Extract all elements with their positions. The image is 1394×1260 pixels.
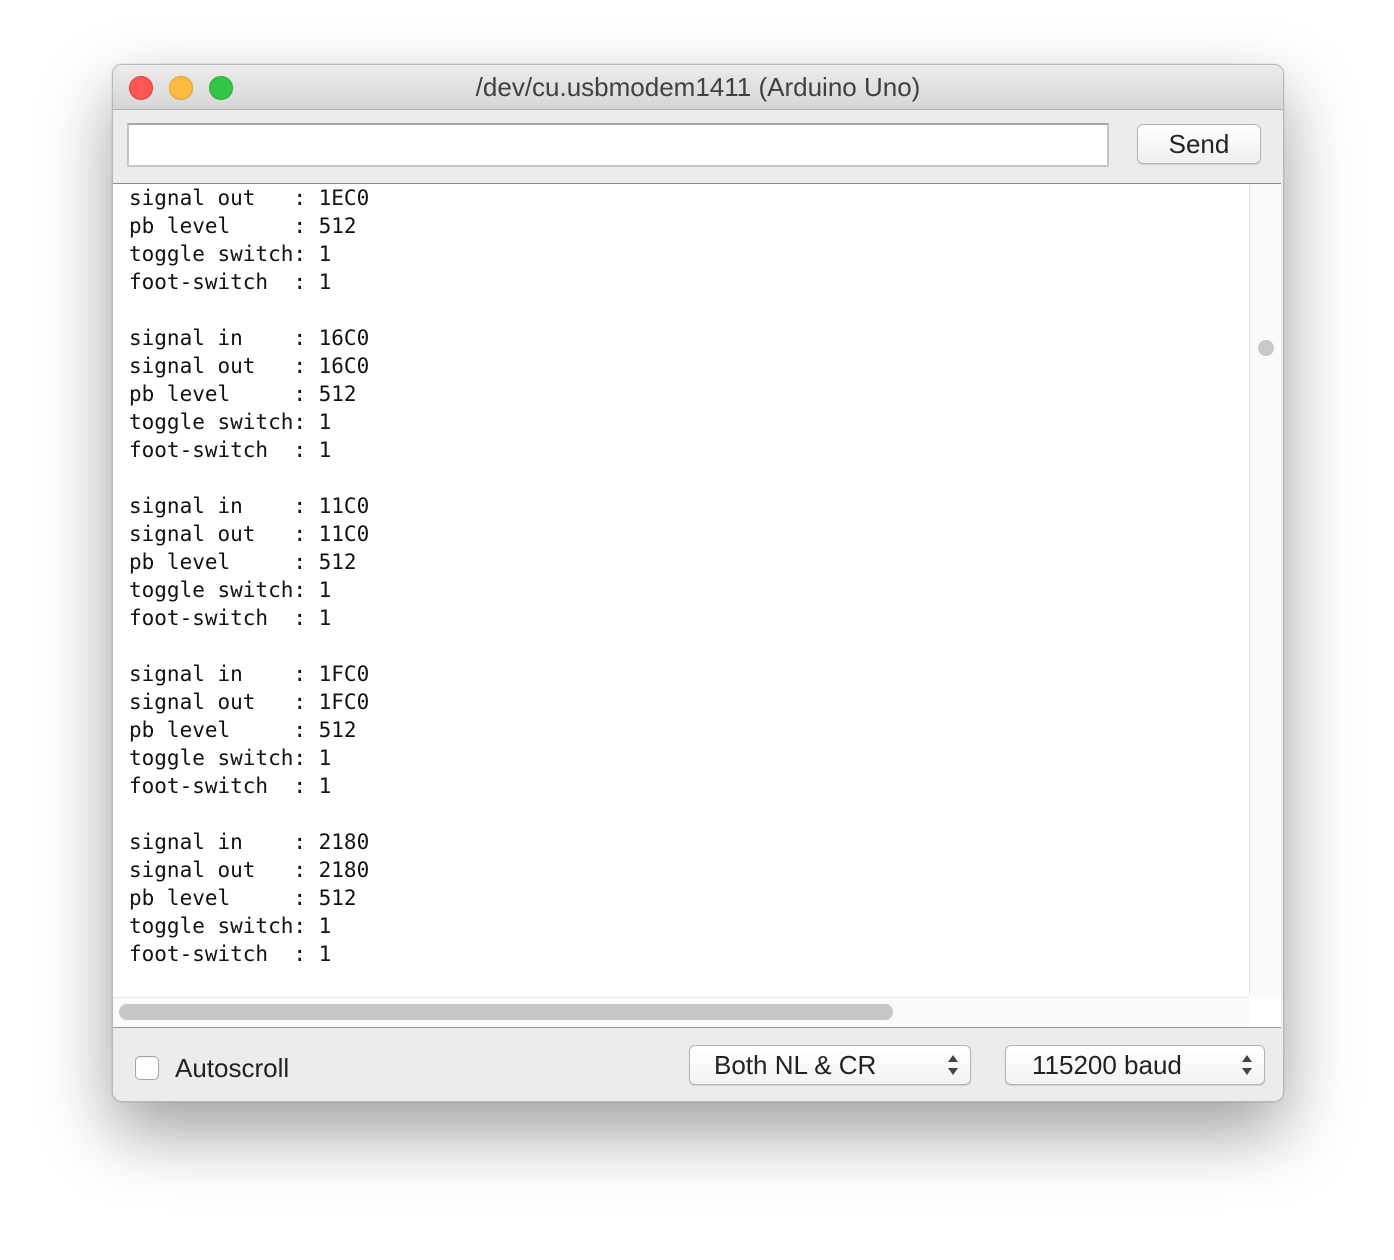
send-button[interactable]: Send [1137, 124, 1261, 164]
baud-rate-select[interactable]: 115200 baud [1005, 1045, 1265, 1085]
line-ending-select[interactable]: Both NL & CR [689, 1045, 971, 1085]
line-ending-value: Both NL & CR [714, 1050, 877, 1080]
autoscroll-label: Autoscroll [175, 1052, 290, 1083]
window-title: /dev/cu.usbmodem1411 (Arduino Uno) [475, 72, 921, 102]
baud-rate-value: 115200 baud [1032, 1050, 1182, 1080]
horizontal-scroll-thumb[interactable] [119, 1004, 893, 1020]
updown-arrows-icon [1242, 1053, 1252, 1077]
updown-arrows-icon [948, 1053, 958, 1077]
serial-output[interactable]: signal out : 1EC0 pb level : 512 toggle … [113, 183, 1281, 1028]
autoscroll-checkbox[interactable] [135, 1056, 159, 1080]
vertical-scrollbar[interactable] [1249, 184, 1281, 996]
horizontal-scrollbar[interactable] [113, 997, 1249, 1027]
vertical-scroll-thumb[interactable] [1258, 340, 1274, 356]
title-bar[interactable]: /dev/cu.usbmodem1411 (Arduino Uno) [113, 65, 1283, 110]
serial-output-text: signal out : 1EC0 pb level : 512 toggle … [129, 186, 370, 966]
autoscroll-control[interactable]: Autoscroll [135, 1053, 289, 1083]
serial-monitor-window: /dev/cu.usbmodem1411 (Arduino Uno) Send … [112, 64, 1284, 1102]
serial-input[interactable] [127, 123, 1109, 167]
